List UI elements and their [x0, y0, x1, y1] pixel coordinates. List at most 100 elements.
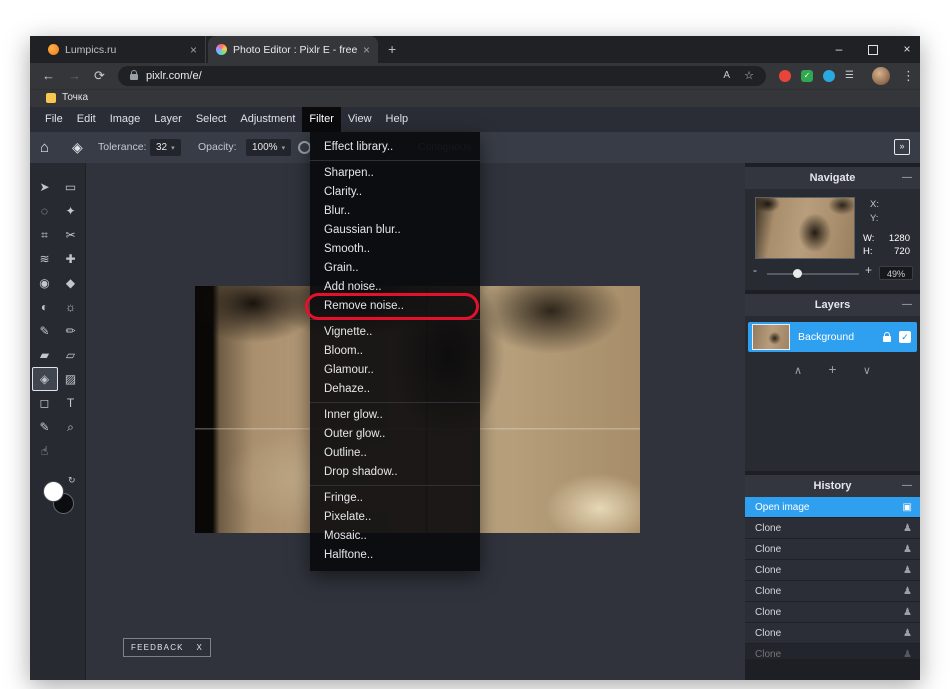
bookmark-item[interactable]: Точка [62, 89, 88, 107]
feedback-close[interactable]: X [196, 643, 203, 652]
menu-item-blur[interactable]: Blur.. [310, 202, 480, 221]
menu-item-mosaic[interactable]: Mosaic.. [310, 527, 480, 546]
layer-visibility-checkbox[interactable]: ✓ [899, 331, 911, 343]
zoom-slider-knob[interactable] [793, 269, 802, 278]
blur-tool-icon[interactable]: ◆ [58, 271, 84, 295]
collapse-icon[interactable]: — [902, 294, 912, 316]
menu-select[interactable]: Select [189, 107, 234, 132]
side-panel-icon[interactable]: ☰ [845, 63, 854, 89]
menu-layer[interactable]: Layer [147, 107, 189, 132]
wand-tool-icon[interactable]: ✦ [58, 199, 84, 223]
menu-item-sharpen[interactable]: Sharpen.. [310, 164, 480, 183]
shape-tool-icon[interactable]: ◻ [32, 391, 58, 415]
new-tab-button[interactable]: + [388, 36, 396, 63]
close-button[interactable]: × [896, 36, 918, 63]
liquify-tool-icon[interactable]: ≋ [32, 247, 58, 271]
swap-colors-icon[interactable]: ↻ [68, 475, 76, 486]
fill-tool-icon[interactable]: ◈ [31, 367, 58, 391]
brush-tool-icon[interactable]: ✏ [58, 319, 84, 343]
maximize-button[interactable] [862, 36, 884, 63]
crop-tool-icon[interactable]: ⌗ [32, 223, 58, 247]
menu-item-bloom[interactable]: Bloom.. [310, 342, 480, 361]
browser-menu-kebab-icon[interactable]: ⋮ [902, 63, 915, 89]
dodge-burn-tool-icon[interactable]: ☼ [58, 295, 84, 319]
toning-tool-icon[interactable]: ◐ [32, 295, 58, 319]
refresh-icon[interactable]: ⟳ [94, 63, 105, 89]
menu-adjustment[interactable]: Adjustment [233, 107, 302, 132]
menu-item-drop-shadow[interactable]: Drop shadow.. [310, 463, 480, 482]
gradient-tool-icon[interactable]: ▨ [58, 367, 84, 391]
tab-lumpics[interactable]: Lumpics.ru × [40, 36, 206, 63]
eraser-tool-icon[interactable]: ▰ [32, 343, 58, 367]
menu-item-smooth[interactable]: Smooth.. [310, 240, 480, 259]
text-tool-icon[interactable]: T [58, 391, 84, 415]
layer-background[interactable]: Background ✓ [748, 322, 917, 352]
check-extension-icon[interactable]: ✓ [801, 70, 813, 82]
zoom-slider[interactable] [767, 269, 859, 278]
heal-tool-icon[interactable]: ✚ [58, 247, 84, 271]
cutout-tool-icon[interactable]: ✂ [58, 223, 84, 247]
clone-stamp-tool-icon[interactable]: ◉ [32, 271, 58, 295]
home-icon[interactable]: ⌂ [40, 132, 49, 163]
forward-icon[interactable]: → [68, 63, 81, 89]
history-item-open-image[interactable]: Open image ▣ [745, 497, 920, 518]
menu-item-gaussian-blur[interactable]: Gaussian blur.. [310, 221, 480, 240]
menu-item-glamour[interactable]: Glamour.. [310, 361, 480, 380]
back-icon[interactable]: ← [42, 63, 55, 89]
history-item-clone[interactable]: Clone ♟ [745, 518, 920, 539]
tab-close-icon[interactable]: × [363, 43, 370, 57]
menu-view[interactable]: View [341, 107, 379, 132]
menu-file[interactable]: File [38, 107, 70, 132]
layer-lock-icon[interactable] [883, 332, 891, 342]
menu-item-clarity[interactable]: Clarity.. [310, 183, 480, 202]
marquee-tool-icon[interactable]: ▭ [58, 175, 84, 199]
feedback-button[interactable]: FEEDBACK X [123, 638, 211, 657]
pen-tool-icon[interactable]: ✎ [32, 319, 58, 343]
menu-image[interactable]: Image [103, 107, 148, 132]
menu-edit[interactable]: Edit [70, 107, 103, 132]
menu-help[interactable]: Help [379, 107, 416, 132]
profile-avatar[interactable] [872, 67, 890, 85]
history-item-clone[interactable]: Clone ♟ [745, 623, 920, 644]
tab-close-icon[interactable]: × [190, 43, 197, 57]
layer-up-icon[interactable]: ∧ [787, 364, 809, 377]
layer-down-icon[interactable]: ∨ [856, 364, 878, 377]
foreground-color-swatch[interactable] [43, 481, 64, 502]
collapse-icon[interactable]: — [902, 167, 912, 189]
bookmark-star-icon[interactable]: ☆ [744, 66, 754, 86]
menu-item-outer-glow[interactable]: Outer glow.. [310, 425, 480, 444]
menu-item-fringe[interactable]: Fringe.. [310, 489, 480, 508]
arrange-tool-icon[interactable]: ➤ [32, 175, 58, 199]
blue-extension-icon[interactable] [823, 70, 835, 82]
history-item-clone[interactable]: Clone ♟ [745, 560, 920, 581]
history-item-clone[interactable]: Clone ♟ [745, 539, 920, 560]
menu-item-grain[interactable]: Grain.. [310, 259, 480, 278]
translate-icon[interactable]: A [723, 66, 730, 86]
zoom-tool-icon[interactable]: ⌕ [58, 415, 84, 439]
menu-item-pixelate[interactable]: Pixelate.. [310, 508, 480, 527]
minimize-button[interactable]: – [828, 36, 850, 63]
menu-item-outline[interactable]: Outline.. [310, 444, 480, 463]
menu-item-effect-library[interactable]: Effect library.. [310, 138, 480, 157]
address-bar[interactable]: pixlr.com/e/ A ☆ [118, 66, 766, 86]
collapse-icon[interactable]: — [902, 475, 912, 497]
menu-item-inner-glow[interactable]: Inner glow.. [310, 406, 480, 425]
opacity-select[interactable]: 100% ▾ [246, 139, 292, 156]
pencil-tool-icon[interactable]: ✎ [32, 415, 58, 439]
add-layer-icon[interactable]: + [822, 361, 844, 377]
adblock-extension-icon[interactable] [779, 70, 791, 82]
menu-item-vignette[interactable]: Vignette.. [310, 323, 480, 342]
lasso-tool-icon[interactable]: ◌ [32, 199, 58, 223]
menu-item-halftone[interactable]: Halftone.. [310, 546, 480, 565]
menu-item-dehaze[interactable]: Dehaze.. [310, 380, 480, 399]
history-item-clone[interactable]: Clone ♟ [745, 644, 920, 660]
menu-filter[interactable]: Filter [302, 107, 341, 132]
zoom-in-button[interactable]: + [865, 263, 872, 277]
panel-toggle-icon[interactable]: » [894, 139, 910, 155]
tab-pixlr[interactable]: Photo Editor : Pixlr E - free imag × [208, 36, 378, 63]
hand-tool-icon[interactable]: ☝ [32, 439, 58, 463]
zoom-out-button[interactable]: - [753, 263, 757, 277]
history-item-clone[interactable]: Clone ♟ [745, 581, 920, 602]
history-item-clone[interactable]: Clone ♟ [745, 602, 920, 623]
knife-tool-icon[interactable]: ▱ [58, 343, 84, 367]
